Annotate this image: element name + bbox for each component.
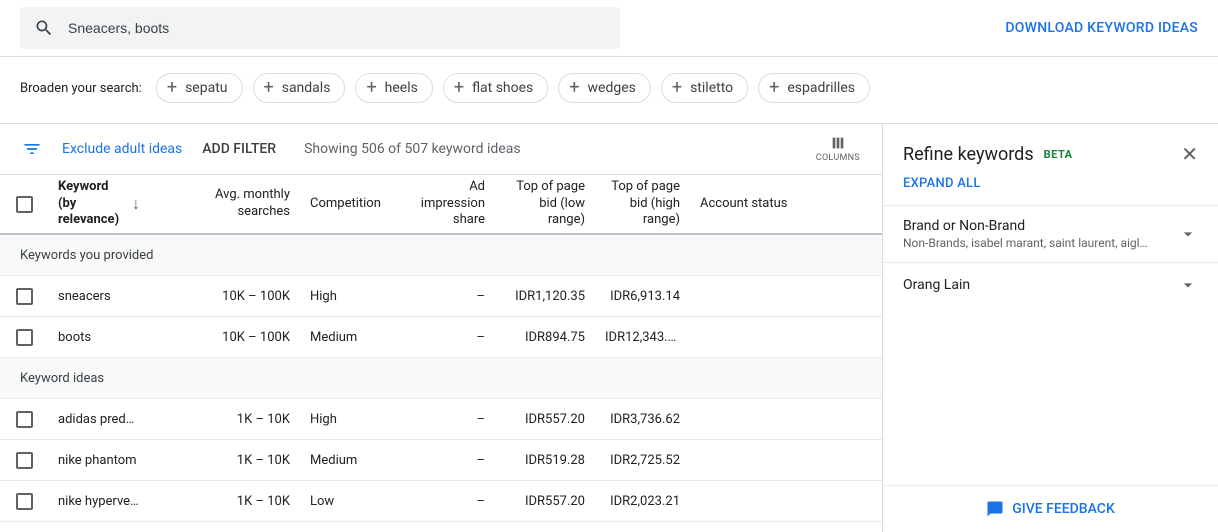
cell-bid-low: IDR1,120.35: [495, 289, 595, 304]
search-box[interactable]: [20, 7, 620, 49]
row-checkbox[interactable]: [16, 411, 33, 428]
cell-keyword: boots: [48, 330, 150, 345]
header-keyword[interactable]: Keyword (by relevance)↓: [48, 179, 150, 230]
plus-icon: +: [264, 79, 274, 97]
cell-bid-low: IDR557.20: [495, 494, 595, 509]
cell-competition: Medium: [300, 453, 400, 468]
cell-competition: High: [300, 412, 400, 427]
cell-avg: 10K – 100K: [150, 289, 300, 304]
cell-bid-high: IDR2,725.52: [595, 453, 690, 468]
cell-impression: –: [400, 412, 495, 427]
plus-icon: +: [769, 79, 779, 97]
broaden-label: Broaden your search:: [20, 81, 142, 96]
cell-keyword: nike hyperve…: [48, 494, 150, 509]
showing-text: Showing 506 of 507 keyword ideas: [304, 141, 520, 157]
feedback-icon: [986, 500, 1004, 518]
cell-impression: –: [400, 330, 495, 345]
chevron-down-icon: [1178, 224, 1198, 244]
add-filter-button[interactable]: ADD FILTER: [202, 141, 276, 157]
search-input[interactable]: [68, 20, 606, 36]
chip-heels[interactable]: +heels: [355, 73, 432, 103]
download-keyword-ideas-link[interactable]: DOWNLOAD KEYWORD IDEAS: [1005, 20, 1198, 36]
row-checkbox[interactable]: [16, 452, 33, 469]
cell-avg: 1K – 10K: [150, 412, 300, 427]
cell-bid-high: IDR12,343.21: [595, 330, 690, 345]
chevron-down-icon: [1178, 275, 1198, 295]
header-bid-low[interactable]: Top of page bid (low range): [495, 179, 595, 230]
cell-impression: –: [400, 494, 495, 509]
refine-title: Refine keywords: [903, 144, 1034, 165]
header-competition[interactable]: Competition: [300, 196, 400, 213]
cell-competition: Low: [300, 494, 400, 509]
cell-bid-low: IDR519.28: [495, 453, 595, 468]
columns-icon: [828, 135, 848, 151]
chip-sandals[interactable]: +sandals: [253, 73, 346, 103]
row-checkbox[interactable]: [16, 288, 33, 305]
header-bid-high[interactable]: Top of page bid (high range): [595, 179, 690, 230]
cell-bid-low: IDR894.75: [495, 330, 595, 345]
table-row: nike hyperve…1K – 10KLow–IDR557.20IDR2,0…: [0, 481, 882, 522]
cell-bid-high: IDR3,736.62: [595, 412, 690, 427]
cell-keyword: adidas preda…: [48, 412, 150, 427]
plus-icon: +: [454, 79, 464, 97]
cell-competition: High: [300, 289, 400, 304]
arrow-down-icon: ↓: [132, 194, 140, 215]
plus-icon: +: [366, 79, 376, 97]
plus-icon: +: [569, 79, 579, 97]
cell-keyword: sneacers: [48, 289, 150, 304]
filter-icon[interactable]: [22, 139, 42, 159]
cell-competition: Medium: [300, 330, 400, 345]
section-provided: Keywords you provided: [0, 235, 882, 276]
row-checkbox[interactable]: [16, 329, 33, 346]
expand-all-link[interactable]: EXPAND ALL: [883, 176, 1218, 205]
header-impression[interactable]: Ad impression share: [400, 179, 495, 230]
cell-impression: –: [400, 453, 495, 468]
refine-item-brand[interactable]: Brand or Non-Brand Non-Brands, isabel ma…: [883, 205, 1218, 262]
cell-avg: 1K – 10K: [150, 494, 300, 509]
chip-espadrilles[interactable]: +espadrilles: [758, 73, 870, 103]
table-row: adidas preda…1K – 10KHigh–IDR557.20IDR3,…: [0, 399, 882, 440]
refine-item-other[interactable]: Orang Lain: [883, 262, 1218, 307]
chip-wedges[interactable]: +wedges: [558, 73, 651, 103]
cell-avg: 10K – 100K: [150, 330, 300, 345]
search-icon: [34, 18, 54, 38]
header-account-status[interactable]: Account status: [690, 196, 840, 213]
beta-badge: BETA: [1044, 148, 1073, 161]
columns-button[interactable]: COLUMNS: [816, 135, 860, 163]
close-icon[interactable]: ✕: [1181, 142, 1198, 166]
chip-sepatu[interactable]: +sepatu: [156, 73, 243, 103]
cell-bid-high: IDR2,023.21: [595, 494, 690, 509]
cell-bid-high: IDR6,913.14: [595, 289, 690, 304]
give-feedback-button[interactable]: GIVE FEEDBACK: [883, 485, 1218, 532]
cell-keyword: nike phantom: [48, 453, 150, 468]
chip-stiletto[interactable]: +stiletto: [661, 73, 748, 103]
table-header-row: Keyword (by relevance)↓ Avg. monthly sea…: [0, 175, 882, 235]
chip-flat-shoes[interactable]: +flat shoes: [443, 73, 548, 103]
refine-panel: Refine keywords BETA ✕ EXPAND ALL Brand …: [883, 124, 1218, 532]
table-row: boots10K – 100KMedium–IDR894.75IDR12,343…: [0, 317, 882, 358]
keyword-table: Keyword (by relevance)↓ Avg. monthly sea…: [0, 174, 882, 522]
table-row: nike phantom1K – 10KMedium–IDR519.28IDR2…: [0, 440, 882, 481]
select-all-checkbox[interactable]: [16, 196, 33, 213]
plus-icon: +: [167, 79, 177, 97]
section-ideas: Keyword ideas: [0, 358, 882, 399]
cell-impression: –: [400, 289, 495, 304]
exclude-adult-ideas-link[interactable]: Exclude adult ideas: [62, 141, 182, 157]
cell-avg: 1K – 10K: [150, 453, 300, 468]
plus-icon: +: [672, 79, 682, 97]
refine-item-name: Brand or Non-Brand: [903, 218, 1178, 234]
refine-item-sub: Non-Brands, isabel marant, saint laurent…: [903, 236, 1178, 250]
table-row: sneacers10K – 100KHigh–IDR1,120.35IDR6,9…: [0, 276, 882, 317]
header-avg[interactable]: Avg. monthly searches: [150, 187, 300, 221]
refine-item-name: Orang Lain: [903, 277, 1178, 293]
row-checkbox[interactable]: [16, 493, 33, 510]
cell-bid-low: IDR557.20: [495, 412, 595, 427]
